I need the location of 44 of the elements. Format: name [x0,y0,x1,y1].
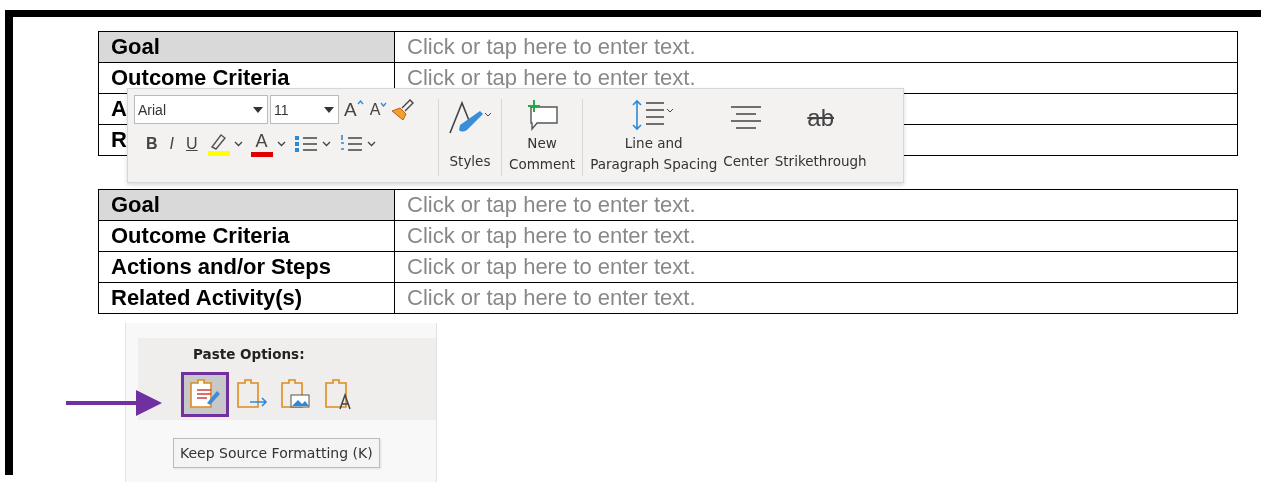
grow-font-button[interactable]: A [341,95,367,124]
underline-button[interactable]: U [180,130,204,158]
table-cell: Related Activity(s) [98,282,395,314]
table-cell: Outcome Criteria [98,220,395,252]
paintbrush-icon[interactable] [390,98,415,121]
up-chevron-icon [356,99,364,105]
bullet-list-icon[interactable] [293,134,318,154]
content-control[interactable]: Click or tap here to enter text. [394,251,1238,283]
content-control[interactable]: Click or tap here to enter text. [394,189,1238,221]
font-field[interactable]: Arial [134,95,268,124]
numbered-list-icon[interactable] [338,134,363,154]
caret-icon [233,141,243,147]
table-cell: Goal [98,189,395,221]
caret-icon [321,141,331,147]
highlighter-icon[interactable] [207,132,230,156]
caret-icon [366,141,376,147]
content-control[interactable]: Click or tap here to enter text. [394,31,1238,63]
font-size-field[interactable]: 11 [270,95,339,124]
strikethrough-icon: ab [807,104,835,132]
comment-button[interactable]: New Comment [506,95,579,177]
italic-button[interactable]: I [163,130,180,158]
bold-button[interactable]: B [140,130,164,158]
spacing-button[interactable]: Line and Paragraph Spacing [587,95,721,177]
shrink-font-button[interactable]: A [366,95,391,124]
dropdown-icon [324,106,334,113]
content-control[interactable]: Click or tap here to enter text. [394,220,1238,252]
styles-button[interactable]: Styles [443,95,497,177]
dropdown-icon [253,106,263,113]
content-control[interactable]: Click or tap here to enter text. [394,282,1238,314]
menu-heading: Paste Options: [193,346,306,362]
table-cell: Actions and/or Steps [98,251,395,283]
arrow-icon [66,390,162,416]
color-bar-icon [250,151,273,157]
font-color-button[interactable]: A [255,131,268,152]
align-center-icon [730,105,763,131]
strike-button[interactable]: ab Strikethrough [771,95,870,177]
center-button[interactable]: Center [720,95,772,177]
caret-icon [276,141,286,147]
comment-add-icon [525,99,560,131]
down-chevron-icon [380,101,388,107]
line-spacing-icon [631,98,676,132]
paste-option-button[interactable] [181,372,229,417]
tooltip: Keep Source Formatting (K) [173,438,380,468]
table-cell: Goal [98,31,395,63]
